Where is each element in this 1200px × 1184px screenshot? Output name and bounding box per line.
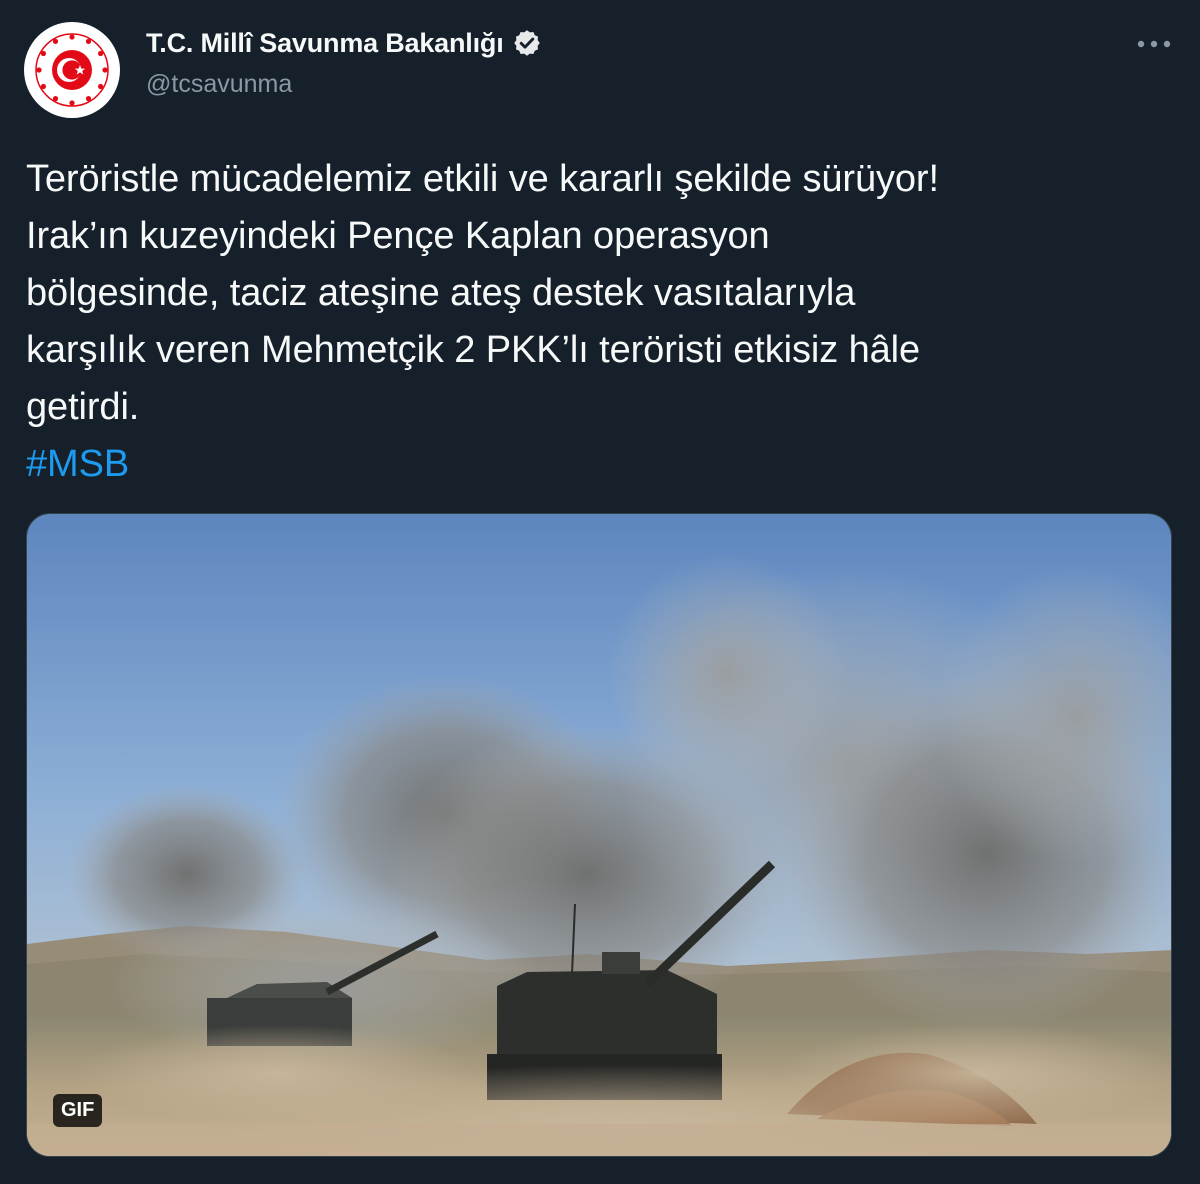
avatar[interactable] [24, 22, 120, 118]
gif-badge: GIF [53, 1094, 103, 1127]
author-name-row: T.C. Millî Savunma Bakanlığı [146, 26, 542, 60]
tweet-text: Teröristle mücadelemiz etkili ve kararlı… [26, 151, 1176, 493]
artillery-photo [27, 514, 1171, 1156]
more-options-icon [1137, 40, 1171, 48]
media-gif[interactable]: GIF [26, 513, 1172, 1157]
author-display-name[interactable]: T.C. Millî Savunma Bakanlığı [146, 28, 504, 59]
tweet-text-line: Irak’ın kuzeyindeki Pençe Kaplan operasy… [26, 215, 770, 257]
tweet-text-line: Teröristle mücadelemiz etkili ve kararlı… [26, 158, 939, 200]
tweet-text-line: karşılık veren Mehmetçik 2 PKK’lı teröri… [26, 329, 921, 371]
tweet-card: T.C. Millî Savunma Bakanlığı @tcsavunma … [0, 0, 1200, 1184]
tweet-text-line: getirdi. [26, 386, 140, 428]
tweet-text-line: bölgesinde, taciz ateşine ateş destek va… [26, 272, 856, 314]
verified-badge-icon [513, 30, 540, 56]
ministry-emblem-icon [26, 24, 118, 116]
more-options-button[interactable] [1134, 30, 1174, 58]
hashtag-link[interactable]: #MSB [26, 443, 129, 485]
author-handle[interactable]: @tcsavunma [146, 70, 542, 99]
author-block: T.C. Millî Savunma Bakanlığı @tcsavunma [146, 26, 542, 99]
